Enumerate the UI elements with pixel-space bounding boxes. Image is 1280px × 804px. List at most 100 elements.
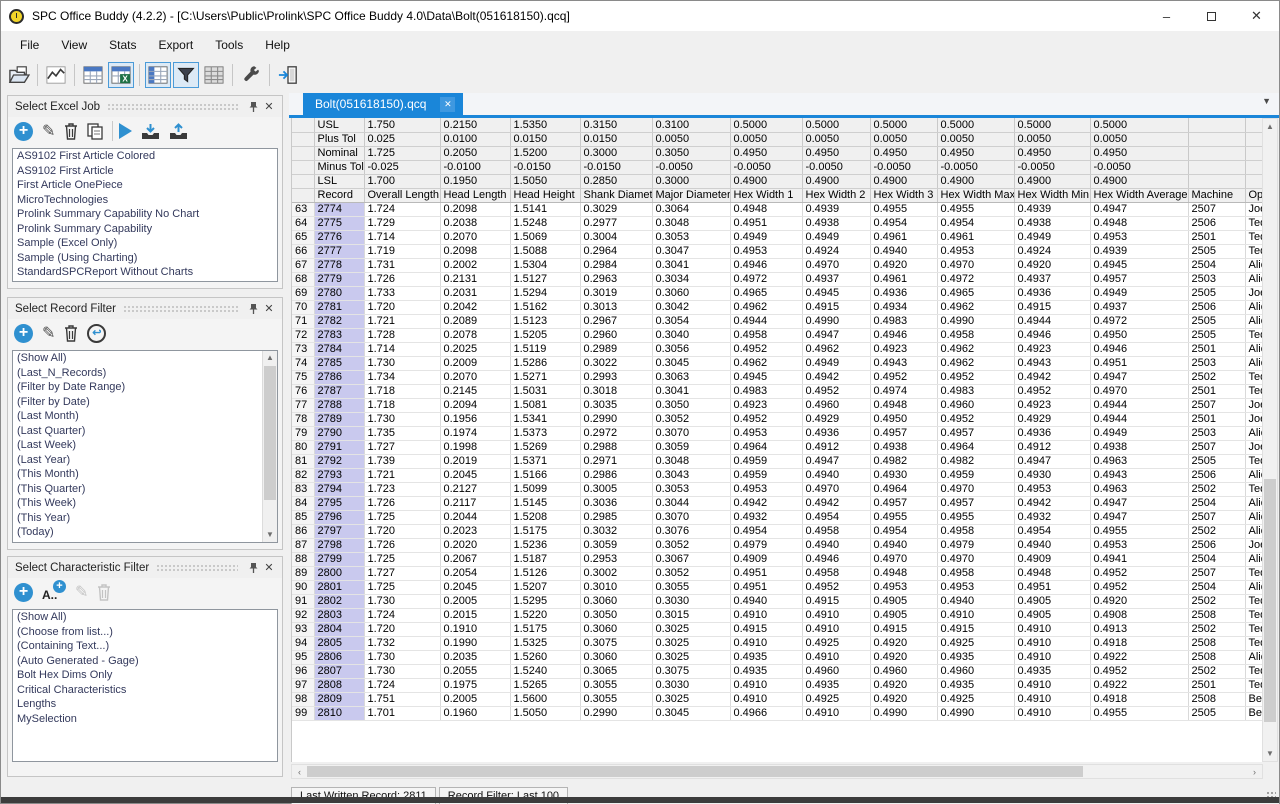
measurement-cell[interactable]: 0.4974 [870,384,937,398]
measurement-cell[interactable]: 0.4942 [730,496,802,510]
measurement-cell[interactable]: 0.2054 [440,566,510,580]
measurement-cell[interactable]: 0.4935 [937,650,1014,664]
measurement-cell[interactable]: 0.3044 [652,496,730,510]
measurement-cell[interactable]: 0.4947 [1090,202,1188,216]
record-cell[interactable]: 2776 [314,230,364,244]
row-number-cell[interactable]: 96 [292,664,314,678]
measurement-cell[interactable]: 0.4912 [802,440,870,454]
measurement-cell[interactable]: 0.2098 [440,202,510,216]
machine-cell[interactable]: 2501 [1188,384,1245,398]
measurement-cell[interactable]: 0.4950 [1090,328,1188,342]
excel-job-item[interactable]: First Article OnePiece [13,178,277,193]
measurement-cell[interactable]: 1.5175 [510,524,580,538]
measurement-cell[interactable]: 0.4955 [870,510,937,524]
add-characteristic-filter-button[interactable]: + [14,583,33,602]
measurement-cell[interactable]: 1.730 [364,412,440,426]
characteristic-filter-item[interactable]: (Auto Generated - Gage) [13,654,277,669]
record-cell[interactable]: 2807 [314,664,364,678]
measurement-cell[interactable]: 0.4953 [1090,538,1188,552]
close-button[interactable]: ✕ [1234,1,1279,31]
spec-value-cell[interactable]: 0.0150 [510,132,580,146]
measurement-cell[interactable]: 0.4920 [870,650,937,664]
spec-value-cell[interactable]: 0.5000 [1090,118,1188,132]
measurement-cell[interactable]: 1.735 [364,426,440,440]
measurement-cell[interactable]: 0.4963 [1090,454,1188,468]
tab-list-chevron-icon[interactable]: ▼ [1262,96,1271,106]
spec-label-cell[interactable]: Nominal [314,146,364,160]
measurement-cell[interactable]: 0.4970 [937,552,1014,566]
measurement-cell[interactable]: 0.4952 [802,580,870,594]
measurement-cell[interactable]: 0.1910 [440,622,510,636]
measurement-cell[interactable]: 0.4943 [1090,468,1188,482]
measurement-cell[interactable]: 0.3048 [652,454,730,468]
table-row[interactable]: 9628071.7300.20551.52400.30650.30750.493… [292,664,1263,678]
table-row[interactable]: 7827891.7300.19561.53410.29900.30520.495… [292,412,1263,426]
table-row[interactable]: 7227831.7280.20781.52050.29600.30400.495… [292,328,1263,342]
operator-cell[interactable]: Alic [1245,342,1263,356]
measurement-cell[interactable]: 0.3075 [580,636,652,650]
row-number-cell[interactable]: 63 [292,202,314,216]
measurement-cell[interactable]: 1.701 [364,706,440,720]
measurement-cell[interactable]: 0.3050 [580,608,652,622]
measurement-cell[interactable]: 0.4940 [870,244,937,258]
measurement-cell[interactable]: 0.4954 [870,524,937,538]
measurement-cell[interactable]: 1.5088 [510,244,580,258]
measurement-cell[interactable]: 0.4979 [730,538,802,552]
machine-cell[interactable]: 2504 [1188,496,1245,510]
measurement-cell[interactable]: 0.4959 [730,468,802,482]
spec-value-cell[interactable]: 0.0050 [652,132,730,146]
measurement-cell[interactable]: 0.4958 [730,328,802,342]
measurement-cell[interactable]: 0.2985 [580,510,652,524]
measurement-cell[interactable]: 0.2089 [440,314,510,328]
machine-cell[interactable]: 2501 [1188,230,1245,244]
machine-cell[interactable]: 2507 [1188,566,1245,580]
measurement-cell[interactable]: 0.4946 [1014,328,1090,342]
measurement-cell[interactable]: 1.721 [364,468,440,482]
add-filter-button[interactable]: + [14,324,33,343]
measurement-cell[interactable]: 0.4936 [802,426,870,440]
machine-cell[interactable] [1188,174,1245,188]
scroll-down-icon[interactable]: ▼ [1263,746,1277,761]
measurement-cell[interactable]: 0.3030 [652,678,730,692]
spec-value-cell[interactable]: 0.4900 [937,174,1014,188]
measurement-cell[interactable]: 1.5260 [510,650,580,664]
measurement-cell[interactable]: 0.4910 [1014,622,1090,636]
spec-value-cell[interactable]: 0.0150 [580,132,652,146]
measurement-cell[interactable]: 0.4959 [937,468,1014,482]
measurement-cell[interactable]: 1.5248 [510,216,580,230]
measurement-cell[interactable]: 0.3025 [652,622,730,636]
measurement-cell[interactable]: 0.3063 [652,370,730,384]
spec-value-cell[interactable]: 1.5200 [510,146,580,160]
record-filter-item[interactable]: (Today) [13,525,277,540]
row-number-cell[interactable]: 72 [292,328,314,342]
measurement-cell[interactable]: 1.5373 [510,426,580,440]
measurement-cell[interactable]: 0.4940 [870,538,937,552]
measurement-cell[interactable]: 0.4945 [802,286,870,300]
menu-item-file[interactable]: File [9,34,50,56]
characteristic-filter-item[interactable]: (Containing Text...) [13,639,277,654]
measurement-cell[interactable]: 1.731 [364,258,440,272]
measurement-cell[interactable]: 1.725 [364,580,440,594]
measurement-cell[interactable]: 1.5187 [510,552,580,566]
scroll-left-icon[interactable]: ‹ [292,765,307,778]
table-row[interactable]: 6327741.7240.20981.51410.30290.30640.494… [292,202,1263,216]
measurement-cell[interactable]: 0.4957 [937,426,1014,440]
measurement-cell[interactable]: 0.4958 [802,524,870,538]
spec-value-cell[interactable]: 0.0050 [802,132,870,146]
record-cell[interactable]: 2784 [314,342,364,356]
operator-cell[interactable]: Alic [1245,510,1263,524]
machine-cell[interactable]: 2502 [1188,370,1245,384]
measurement-cell[interactable]: 0.2005 [440,594,510,608]
operator-cell[interactable]: Alic [1245,272,1263,286]
table-report-icon[interactable] [80,62,106,88]
measurement-cell[interactable]: 0.2977 [580,216,652,230]
row-number-cell[interactable]: 76 [292,384,314,398]
row-number-cell[interactable]: 87 [292,538,314,552]
measurement-cell[interactable]: 0.4937 [802,272,870,286]
record-cell[interactable]: 2804 [314,622,364,636]
measurement-cell[interactable]: 0.4905 [870,594,937,608]
measurement-cell[interactable]: 0.3059 [652,440,730,454]
measurement-cell[interactable]: 0.4963 [1090,482,1188,496]
measurement-cell[interactable]: 0.4960 [937,398,1014,412]
measurement-cell[interactable]: 0.4935 [730,650,802,664]
